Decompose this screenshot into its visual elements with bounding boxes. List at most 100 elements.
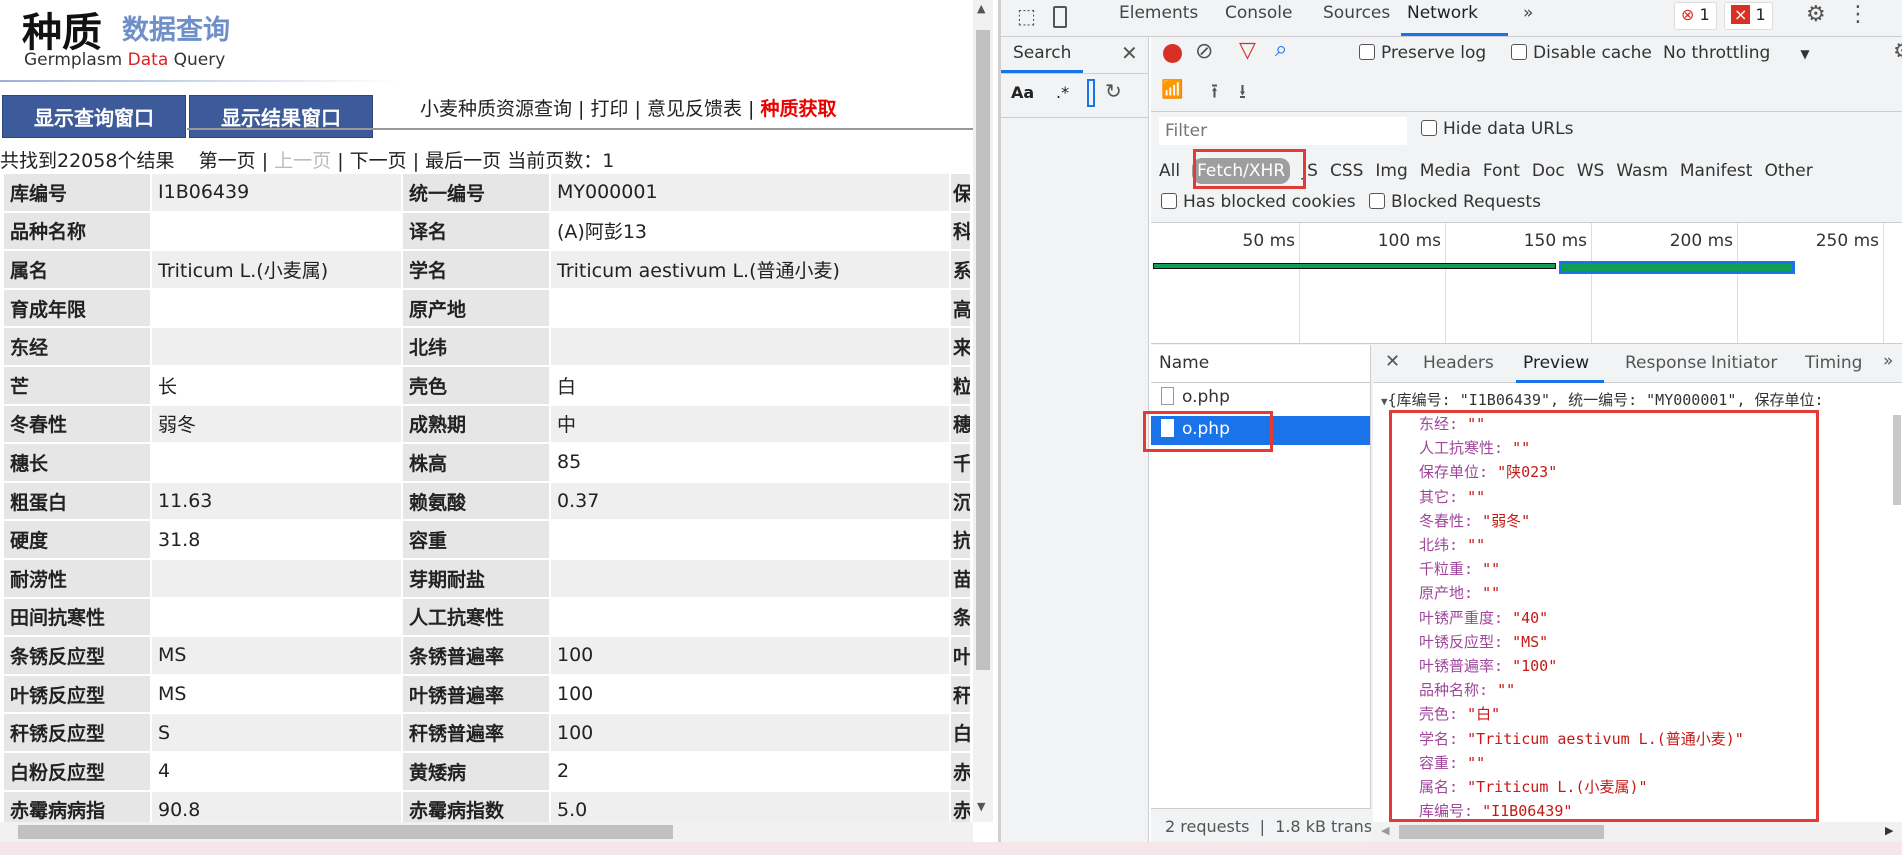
field-label: 粒: [949, 364, 972, 406]
first-page-link[interactable]: 第一页: [199, 150, 256, 172]
search-icon[interactable]: ⌕: [1275, 37, 1287, 62]
tab-preview[interactable]: Preview: [1523, 353, 1589, 373]
next-page-link[interactable]: 下一页: [350, 150, 407, 172]
tab-response[interactable]: Response: [1625, 353, 1707, 373]
current-page: 1: [602, 150, 615, 172]
regex-button[interactable]: .*: [1056, 83, 1069, 102]
filter-input[interactable]: [1159, 117, 1407, 145]
name-column-header[interactable]: Name: [1159, 353, 1369, 373]
request-bar-selected[interactable]: [1559, 261, 1795, 274]
field-value: 中: [549, 403, 951, 445]
close-icon[interactable]: ✕: [1121, 41, 1138, 65]
type-filter-doc[interactable]: Doc: [1532, 161, 1565, 181]
tab-sources[interactable]: Sources: [1323, 3, 1390, 23]
errors-badge[interactable]: ⊗ 1: [1674, 2, 1717, 30]
type-filter-manifest[interactable]: Manifest: [1680, 161, 1753, 181]
tab-initiator[interactable]: Initiator: [1711, 353, 1777, 373]
blocked-requests-checkbox[interactable]: Blocked Requests: [1369, 192, 1541, 212]
record-icon[interactable]: [1163, 44, 1182, 63]
table-row: 芒长壳色白粒: [2, 364, 972, 406]
type-filter-css[interactable]: CSS: [1330, 161, 1363, 181]
import-har-icon[interactable]: ⭱: [1211, 77, 1218, 111]
scroll-up-icon[interactable]: ▲: [977, 2, 985, 15]
device-toggle-icon[interactable]: [1053, 6, 1067, 28]
field-label: 秆锈反应型: [2, 712, 152, 753]
result-count: 共找到22058个结果: [0, 150, 175, 172]
clear-icon[interactable]: ⊘: [1195, 39, 1213, 64]
error-count: 1: [1699, 5, 1710, 24]
filter-icon[interactable]: ▽: [1239, 38, 1256, 63]
tab-elements[interactable]: Elements: [1119, 3, 1198, 23]
match-case-button[interactable]: Aa: [1011, 83, 1034, 102]
preserve-log-checkbox[interactable]: Preserve log: [1359, 43, 1486, 63]
field-value: 100: [549, 712, 951, 753]
link-get-germplasm[interactable]: 种质获取: [761, 98, 837, 120]
show-query-window-button[interactable]: 显示查询窗口: [2, 95, 186, 138]
throttling-select[interactable]: No throttling ▼: [1663, 43, 1810, 63]
scroll-thumb[interactable]: [18, 825, 673, 839]
field-label: 北纬: [401, 326, 551, 367]
type-filter-media[interactable]: Media: [1420, 161, 1471, 181]
field-label: 芽期耐盐: [401, 557, 551, 599]
field-value: [549, 326, 951, 367]
field-label: 赖氨酸: [401, 480, 551, 522]
more-tabs-icon[interactable]: »: [1883, 351, 1893, 371]
search-input[interactable]: [1087, 79, 1095, 107]
field-value: Triticum aestivum L.(普通小麦): [549, 249, 951, 290]
disable-cache-checkbox[interactable]: Disable cache: [1511, 43, 1652, 63]
request-bar[interactable]: [1153, 263, 1556, 269]
scroll-left-icon[interactable]: ◀: [1381, 824, 1389, 837]
last-page-link[interactable]: 最后一页: [425, 150, 501, 172]
table-row: 硬度 31.8 容重 抗: [2, 519, 972, 560]
tab-network[interactable]: Network: [1407, 3, 1478, 23]
type-filter-wasm[interactable]: Wasm: [1616, 161, 1668, 181]
network-settings-icon[interactable]: ⚙: [1893, 39, 1902, 64]
more-tabs-button[interactable]: »: [1523, 3, 1533, 23]
timeline-gridline: [1591, 223, 1592, 343]
scroll-thumb[interactable]: [1399, 825, 1604, 839]
refresh-icon[interactable]: ↻: [1105, 79, 1122, 103]
link-print[interactable]: 打印: [591, 98, 629, 120]
field-label: 白: [949, 712, 972, 753]
network-conditions-icon[interactable]: 📶: [1161, 79, 1183, 100]
field-label: 保: [949, 172, 972, 213]
link-wheat-query[interactable]: 小麦种质资源查询: [420, 98, 572, 120]
link-feedback[interactable]: 意见反馈表: [647, 98, 742, 120]
bottom-strip: [0, 842, 1902, 855]
timeline-tick-label: 50 ms: [1242, 231, 1295, 251]
field-label: 耐涝性: [2, 557, 152, 599]
type-filter-ws[interactable]: WS: [1577, 161, 1605, 181]
field-value: [549, 287, 951, 329]
tab-console[interactable]: Console: [1225, 3, 1293, 23]
type-filter-other[interactable]: Other: [1764, 161, 1812, 181]
scroll-thumb[interactable]: [976, 30, 990, 670]
vertical-scrollbar[interactable]: [1893, 415, 1901, 505]
inspect-icon[interactable]: ⬚: [1017, 4, 1036, 28]
more-options-icon[interactable]: ⋮: [1847, 2, 1869, 27]
field-value: 白: [549, 364, 951, 406]
horizontal-scrollbar[interactable]: ◀ ▶: [1373, 822, 1902, 842]
field-label: 人工抗寒性: [401, 596, 551, 638]
request-name: o.php: [1182, 387, 1230, 407]
logo-english: Germplasm Data Query: [24, 50, 225, 70]
request-count: 2 requests: [1165, 817, 1250, 836]
has-blocked-cookies-checkbox[interactable]: Has blocked cookies: [1161, 192, 1356, 212]
show-result-window-button[interactable]: 显示结果窗口: [189, 95, 373, 138]
hide-data-urls-checkbox[interactable]: Hide data URLs: [1421, 119, 1573, 139]
logo-en-accent: Data: [127, 50, 169, 70]
issues-badge[interactable]: × 1: [1724, 2, 1773, 30]
search-tab[interactable]: Search: [1013, 43, 1071, 63]
tab-headers[interactable]: Headers: [1423, 353, 1494, 373]
scroll-right-icon[interactable]: ▶: [1885, 824, 1893, 837]
scroll-down-icon[interactable]: ▼: [977, 800, 985, 813]
export-har-icon[interactable]: ⭳: [1239, 77, 1246, 111]
close-details-icon[interactable]: ✕: [1385, 351, 1400, 372]
settings-gear-icon[interactable]: ⚙: [1806, 2, 1826, 27]
type-filter-all[interactable]: All: [1159, 161, 1180, 181]
logo-text: 种质: [22, 9, 102, 56]
type-filter-img[interactable]: Img: [1375, 161, 1407, 181]
expand-triangle-icon[interactable]: ▼: [1381, 395, 1388, 408]
type-filter-font[interactable]: Font: [1483, 161, 1520, 181]
tab-timing[interactable]: Timing: [1805, 353, 1862, 373]
table-row: 叶锈反应型 MS 叶锈普遍率 100 秆: [2, 673, 972, 715]
